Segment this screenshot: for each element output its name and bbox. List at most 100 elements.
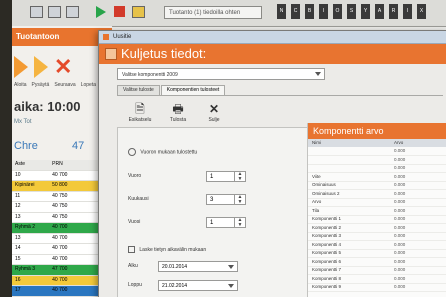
table-cell: 15: [15, 255, 21, 262]
table-cell: 40 750: [52, 203, 68, 209]
close-button[interactable]: ✕ Sulje: [199, 101, 229, 123]
tool-icon[interactable]: S: [347, 4, 356, 19]
month-stepper[interactable]: 3 ▲ ▼: [206, 194, 246, 205]
tool-icon[interactable]: Y: [361, 4, 370, 19]
end-date-field[interactable]: 21.02.2014: [158, 280, 238, 291]
table-row[interactable]: 11 40 750: [12, 191, 112, 202]
tool-icon[interactable]: A: [375, 4, 384, 19]
start-date-field[interactable]: 20.01.2014: [158, 261, 238, 272]
shift-radio[interactable]: Vuoron mukaan tulostettu: [128, 148, 197, 156]
table-row[interactable]: Kipinärei 50 800: [12, 181, 112, 192]
table-row[interactable]: 15 40 700: [12, 254, 112, 265]
table-row[interactable]: Aste PRN: [12, 160, 112, 171]
tool-icon[interactable]: N: [277, 4, 286, 19]
tool-icon[interactable]: X: [417, 4, 426, 19]
play-icon[interactable]: [96, 6, 106, 18]
tool-icon[interactable]: O: [333, 4, 342, 19]
dialog-heading: Kuljetus tiedot:: [121, 46, 207, 61]
component-name: Ominaisuus: [312, 182, 336, 187]
preview-button[interactable]: 🗎 Esikatselu: [125, 101, 155, 123]
search-input[interactable]: Tuotanto (1) tiedoilla ohten: [164, 6, 262, 19]
print-label: Tulosta: [169, 117, 187, 123]
table-row[interactable]: 16 40 700: [12, 275, 112, 286]
component-value: 0.000: [394, 199, 406, 204]
table-row[interactable]: 12 40 750: [12, 202, 112, 213]
table-row[interactable]: 13 40 700: [12, 233, 112, 244]
stepper-arrows-icon[interactable]: ▲ ▼: [234, 218, 245, 227]
play-arrow-icon[interactable]: [14, 56, 28, 78]
date-range-checkbox[interactable]: Laske tietyn aikavälin mukaan: [128, 246, 206, 253]
stepper-value: 3: [210, 197, 214, 203]
table-row[interactable]: Ryhmä 2 40 700: [12, 223, 112, 234]
stepper-arrows-icon[interactable]: ▲ ▼: [234, 172, 245, 181]
tab-component-reports[interactable]: Komponentien tulosteet: [160, 85, 226, 95]
dialog-titlebar[interactable]: Uusitie: [99, 31, 446, 44]
table-row[interactable]: Komponentti 9 0.000: [308, 283, 446, 292]
screen: Tuotanto (1) tiedoilla ohten N C B I O S…: [12, 0, 446, 297]
next-arrow-icon[interactable]: [34, 56, 48, 78]
table-row[interactable]: Ryhmä 3 47 700: [12, 265, 112, 276]
window-icon[interactable]: [66, 6, 79, 18]
component-values-title: Komponentti arvo: [308, 123, 446, 139]
operation-label: Seuraava: [54, 82, 76, 88]
column-header[interactable]: Arvo: [394, 139, 403, 147]
component-name: Komponentti 7: [312, 267, 342, 272]
component-value: 0.000: [394, 156, 406, 162]
table-cell: 40 700: [52, 255, 68, 262]
table-row[interactable]: 13 40 750: [12, 212, 112, 223]
table-cell: 13: [15, 234, 21, 241]
table-cell: Ryhmä 2: [15, 224, 36, 230]
table-cell: 16: [15, 276, 21, 283]
production-panel: Tuotantoon ✕ Aloita Pysäytä Seuraava Lop…: [12, 26, 112, 297]
chevron-down-icon[interactable]: [228, 284, 234, 288]
year-stepper[interactable]: 1 ▲ ▼: [206, 217, 246, 228]
tool-icon[interactable]: R: [389, 4, 398, 19]
operation-label: Lopeta: [80, 82, 97, 88]
stepper-arrows-icon[interactable]: ▲ ▼: [234, 195, 245, 204]
folder-icon[interactable]: [30, 6, 43, 18]
panel-title: Tuotantoon: [12, 28, 112, 46]
table-cell: 13: [15, 213, 21, 220]
checkbox-icon: [128, 246, 135, 253]
table-row[interactable]: 10 40 700: [12, 170, 112, 181]
field-label: Vuosi: [128, 219, 141, 225]
component-value: 0.000: [394, 241, 406, 247]
dialog-header: Kuljetus tiedot:: [99, 44, 446, 64]
operation-label: Pysäytä: [31, 82, 50, 88]
time-display: aika: 10:00: [14, 99, 81, 114]
tool-icon[interactable]: I: [403, 4, 412, 19]
component-name: Komponentti 4: [312, 241, 342, 247]
operation-labels: Aloita Pysäytä Seuraava Lopeta: [14, 82, 96, 88]
table-cell: 17: [15, 287, 21, 293]
chevron-down-icon[interactable]: [228, 265, 234, 269]
component-select[interactable]: Valitse komponentti 2009: [117, 68, 325, 80]
stop-icon[interactable]: [114, 6, 125, 17]
table-cell: Kipinärei: [15, 182, 35, 188]
close-icon[interactable]: ✕: [54, 56, 72, 78]
tool-icon[interactable]: I: [319, 4, 328, 19]
print-button[interactable]: 🖶 Tulosta: [163, 101, 193, 123]
tool-icon[interactable]: C: [291, 4, 300, 19]
component-value: 0.000: [394, 267, 406, 272]
close-label: Sulje: [208, 117, 220, 123]
transport-controls: ✕: [14, 56, 72, 78]
table-cell: 12: [15, 203, 21, 209]
tool-icon[interactable]: B: [305, 4, 314, 19]
table-cell: 40 700: [52, 276, 68, 283]
component-name: Arvo: [312, 199, 322, 204]
shift-stepper[interactable]: 1 ▲ ▼: [206, 171, 246, 182]
component-value: 0.000: [394, 207, 406, 213]
star-icon[interactable]: [132, 6, 145, 18]
table-row[interactable]: 14 40 700: [12, 244, 112, 255]
component-name: Komponentti 2: [312, 224, 342, 230]
tab-select-report[interactable]: Valitse tuloste: [117, 85, 160, 95]
component-name: Komponentti 3: [312, 233, 342, 238]
component-name: Komponentti 1: [312, 216, 342, 221]
toolbar-group: N C B I O S Y A R I X: [277, 4, 426, 19]
save-icon[interactable]: [48, 6, 61, 18]
component-value: 0.000: [394, 190, 406, 196]
preview-icon: 🗎: [135, 102, 145, 116]
column-header[interactable]: Nimi: [312, 139, 321, 147]
table-row[interactable]: 17 40 700: [12, 286, 112, 297]
divider: [117, 95, 443, 96]
